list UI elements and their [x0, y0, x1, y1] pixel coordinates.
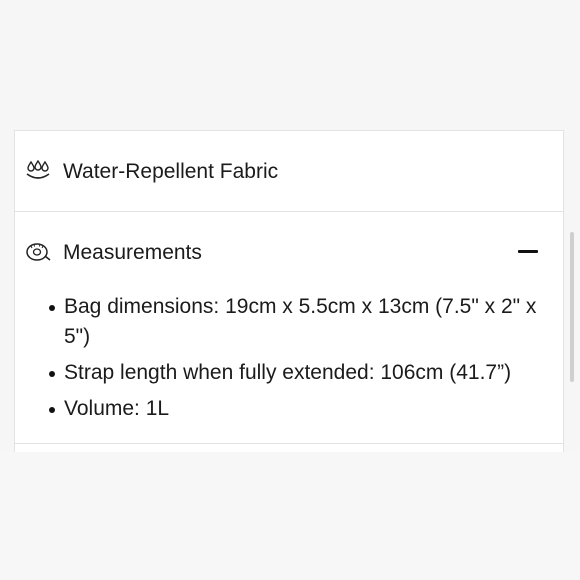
accordion-title: Water-Repellent Fabric	[63, 160, 279, 183]
page-background	[0, 452, 580, 580]
list-item: Bag dimensions: 19cm x 5.5cm x 13cm (7.5…	[49, 292, 539, 352]
tape-measure-icon	[26, 243, 51, 261]
list-item: Volume: 1L	[49, 394, 539, 424]
accordion-water-repellent[interactable]: Water-Repellent Fabric	[15, 131, 563, 212]
minus-icon[interactable]	[518, 250, 538, 253]
list-item: Strap length when fully extended: 106cm …	[49, 358, 539, 388]
accordion-header-measurements[interactable]: Measurements	[15, 212, 563, 292]
product-details-panel: Water-Repellent Fabric Measurements Bag …	[14, 130, 564, 452]
scrollbar[interactable]	[570, 232, 574, 382]
measurements-list: Bag dimensions: 19cm x 5.5cm x 13cm (7.5…	[49, 292, 539, 430]
accordion-title: Measurements	[63, 241, 202, 264]
water-drops-icon	[26, 160, 50, 179]
accordion-measurements: Measurements Bag dimensions: 19cm x 5.5c…	[15, 212, 563, 444]
